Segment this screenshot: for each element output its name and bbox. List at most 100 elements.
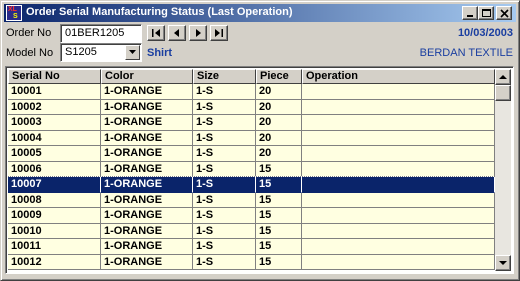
next-record-button[interactable] xyxy=(189,25,207,41)
column-header-operation[interactable]: Operation xyxy=(302,69,495,84)
cell-size[interactable]: 1-S xyxy=(193,239,256,255)
cell-color[interactable]: 1-ORANGE xyxy=(101,115,193,131)
cell-color[interactable]: 1-ORANGE xyxy=(101,99,193,115)
model-no-label: Model No xyxy=(6,47,54,59)
title-bar[interactable]: XL S Order Serial Manufacturing Status (… xyxy=(4,4,516,22)
app-icon[interactable]: XL S xyxy=(6,5,22,21)
cell-size[interactable]: 1-S xyxy=(193,254,256,270)
cell-color[interactable]: 1-ORANGE xyxy=(101,223,193,239)
cell-piece[interactable]: 15 xyxy=(256,208,302,224)
cell-size[interactable]: 1-S xyxy=(193,177,256,193)
cell-operation[interactable] xyxy=(302,254,495,270)
cell-size[interactable]: 1-S xyxy=(193,223,256,239)
cell-operation[interactable] xyxy=(302,239,495,255)
cell-serial-no[interactable]: 10012 xyxy=(8,254,101,270)
table-row[interactable]: 10003 1-ORANGE 1-S 20 xyxy=(8,115,495,131)
cell-color[interactable]: 1-ORANGE xyxy=(101,208,193,224)
cell-serial-no[interactable]: 10008 xyxy=(8,192,101,208)
cell-size[interactable]: 1-S xyxy=(193,146,256,162)
table-row[interactable]: 10010 1-ORANGE 1-S 15 xyxy=(8,223,495,239)
cell-operation[interactable] xyxy=(302,130,495,146)
cell-serial-no[interactable]: 10006 xyxy=(8,161,101,177)
order-no-input[interactable]: 01BER1205 xyxy=(60,24,142,43)
cell-size[interactable]: 1-S xyxy=(193,161,256,177)
cell-operation[interactable] xyxy=(302,146,495,162)
previous-record-icon xyxy=(174,29,179,37)
model-no-select[interactable]: S1205 xyxy=(60,43,142,62)
cell-color[interactable]: 1-ORANGE xyxy=(101,130,193,146)
cell-serial-no[interactable]: 10007 xyxy=(8,177,101,193)
cell-color[interactable]: 1-ORANGE xyxy=(101,254,193,270)
cell-color[interactable]: 1-ORANGE xyxy=(101,146,193,162)
cell-operation[interactable] xyxy=(302,161,495,177)
column-header-piece[interactable]: Piece xyxy=(256,69,302,84)
scroll-down-button[interactable] xyxy=(495,255,511,271)
cell-size[interactable]: 1-S xyxy=(193,130,256,146)
app-icon-text-1: XL xyxy=(8,6,17,13)
cell-piece[interactable]: 20 xyxy=(256,84,302,100)
cell-piece[interactable]: 15 xyxy=(256,239,302,255)
cell-operation[interactable] xyxy=(302,84,495,100)
table-row[interactable]: 10011 1-ORANGE 1-S 15 xyxy=(8,239,495,255)
table-row[interactable]: 10002 1-ORANGE 1-S 20 xyxy=(8,99,495,115)
last-record-button[interactable] xyxy=(210,25,228,41)
cell-operation[interactable] xyxy=(302,99,495,115)
app-icon-text-2: S xyxy=(13,13,18,20)
table-row[interactable]: 10004 1-ORANGE 1-S 20 xyxy=(8,130,495,146)
vertical-scrollbar[interactable] xyxy=(495,69,511,271)
column-header-color[interactable]: Color xyxy=(101,69,193,84)
cell-piece[interactable]: 20 xyxy=(256,146,302,162)
minimize-button[interactable] xyxy=(462,6,478,20)
cell-operation[interactable] xyxy=(302,223,495,239)
cell-color[interactable]: 1-ORANGE xyxy=(101,192,193,208)
cell-operation[interactable] xyxy=(302,115,495,131)
cell-piece[interactable]: 15 xyxy=(256,254,302,270)
table-row[interactable]: 10006 1-ORANGE 1-S 15 xyxy=(8,161,495,177)
table-row[interactable]: 10001 1-ORANGE 1-S 20 xyxy=(8,84,495,100)
previous-record-button[interactable] xyxy=(168,25,186,41)
table-row[interactable]: 10012 1-ORANGE 1-S 15 xyxy=(8,254,495,270)
column-header-serial-no[interactable]: Serial No xyxy=(8,69,101,84)
close-button[interactable] xyxy=(496,6,512,20)
cell-operation[interactable] xyxy=(302,177,495,193)
cell-color[interactable]: 1-ORANGE xyxy=(101,177,193,193)
model-dropdown-button[interactable] xyxy=(125,45,140,60)
table-row[interactable]: 10008 1-ORANGE 1-S 15 xyxy=(8,192,495,208)
cell-piece[interactable]: 15 xyxy=(256,161,302,177)
table-row[interactable]: 10005 1-ORANGE 1-S 20 xyxy=(8,146,495,162)
cell-piece[interactable]: 20 xyxy=(256,130,302,146)
model-no-value: S1205 xyxy=(65,46,97,58)
maximize-button[interactable] xyxy=(478,6,494,20)
serial-status-grid[interactable]: Serial No Color Size Piece Operation 100… xyxy=(5,66,514,274)
first-record-button[interactable] xyxy=(147,25,165,41)
cell-serial-no[interactable]: 10011 xyxy=(8,239,101,255)
cell-serial-no[interactable]: 10001 xyxy=(8,84,101,100)
cell-piece[interactable]: 15 xyxy=(256,192,302,208)
cell-serial-no[interactable]: 10003 xyxy=(8,115,101,131)
cell-serial-no[interactable]: 10009 xyxy=(8,208,101,224)
cell-size[interactable]: 1-S xyxy=(193,115,256,131)
cell-color[interactable]: 1-ORANGE xyxy=(101,84,193,100)
table-row[interactable]: 10009 1-ORANGE 1-S 15 xyxy=(8,208,495,224)
cell-serial-no[interactable]: 10005 xyxy=(8,146,101,162)
cell-size[interactable]: 1-S xyxy=(193,84,256,100)
cell-piece[interactable]: 15 xyxy=(256,177,302,193)
cell-piece[interactable]: 20 xyxy=(256,115,302,131)
scroll-up-button[interactable] xyxy=(495,69,511,85)
cell-piece[interactable]: 15 xyxy=(256,223,302,239)
cell-size[interactable]: 1-S xyxy=(193,99,256,115)
table-row[interactable]: 10007 1-ORANGE 1-S 15 xyxy=(7,176,496,193)
cell-size[interactable]: 1-S xyxy=(193,208,256,224)
cell-serial-no[interactable]: 10004 xyxy=(8,130,101,146)
cell-operation[interactable] xyxy=(302,192,495,208)
cell-serial-no[interactable]: 10002 xyxy=(8,99,101,115)
cell-piece[interactable]: 20 xyxy=(256,99,302,115)
order-no-label: Order No xyxy=(6,27,52,39)
cell-color[interactable]: 1-ORANGE xyxy=(101,239,193,255)
cell-color[interactable]: 1-ORANGE xyxy=(101,161,193,177)
scroll-thumb[interactable] xyxy=(495,85,511,101)
cell-size[interactable]: 1-S xyxy=(193,192,256,208)
cell-serial-no[interactable]: 10010 xyxy=(8,223,101,239)
cell-operation[interactable] xyxy=(302,208,495,224)
column-header-size[interactable]: Size xyxy=(193,69,256,84)
